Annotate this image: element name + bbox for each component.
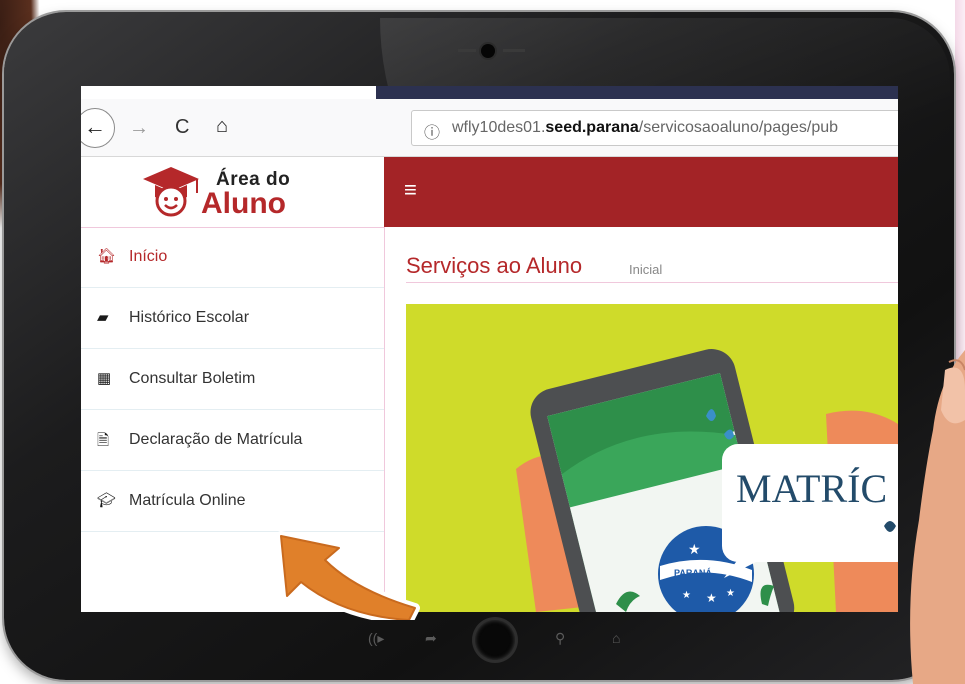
document-icon: 🗎	[97, 432, 110, 449]
tablet-home-button[interactable]	[475, 620, 515, 660]
back-button[interactable]: ←	[81, 108, 115, 148]
forward-button[interactable]: →	[129, 117, 149, 140]
hamburger-menu-icon[interactable]: ≡	[404, 177, 417, 203]
svg-text:★: ★	[706, 591, 717, 605]
browser-tab-strip	[376, 86, 898, 99]
reload-button[interactable]: C	[175, 116, 189, 139]
house-icon: ⌂	[612, 630, 621, 646]
sidebar-item-consultar-boletim[interactable]: ▦ Consultar Boletim	[81, 350, 384, 410]
sidebar-item-inicio[interactable]: 🏠︎ Início	[81, 228, 384, 288]
sensor-right	[503, 49, 525, 52]
browser-toolbar: ← → C ⌂ ⓘ wfly10des01.seed.parana/servic…	[81, 99, 898, 157]
title-divider	[406, 282, 898, 283]
top-navbar: ≡	[384, 157, 898, 227]
cast-icon: ((▸	[368, 630, 385, 646]
page-title: Serviços ao Aluno	[406, 253, 583, 278]
orange-arrow-pointer	[276, 531, 420, 620]
banner-state-label: PARANÁ	[674, 568, 712, 578]
logo[interactable]: Área do Aluno	[81, 157, 384, 228]
sidebar-item-label: Início	[129, 248, 168, 265]
camera-icon	[481, 44, 495, 58]
enrollment-banner[interactable]: PARANÁ ★ ★ ★ ★ MATRÍC	[406, 304, 898, 612]
svg-text:★: ★	[726, 588, 735, 599]
search-icon: ⚲	[555, 630, 566, 646]
url-domain: seed.parana	[545, 119, 639, 136]
url-path: /servicosaoaluno/pages/pub	[638, 119, 839, 136]
tablet-screen: ← → C ⌂ ⓘ wfly10des01.seed.parana/servic…	[81, 86, 898, 612]
hand-image	[910, 350, 965, 684]
banner-headline: MATRÍC	[736, 466, 887, 511]
svg-text:★: ★	[688, 541, 701, 557]
home-button[interactable]: ⌂	[216, 115, 228, 138]
student-cap-icon	[143, 167, 199, 217]
page-subtitle: Inicial	[629, 262, 663, 277]
url-prefix: wfly10des01.	[452, 119, 546, 136]
home-icon: 🏠︎	[97, 248, 117, 265]
sidebar-item-label: Matrícula Online	[129, 492, 246, 509]
address-bar[interactable]: ⓘ wfly10des01.seed.parana/servicosaoalun…	[411, 110, 898, 146]
url-text: wfly10des01.seed.parana/servicosaoaluno/…	[452, 119, 838, 137]
share-icon: ➦	[425, 630, 437, 646]
banner-illustration: PARANÁ ★ ★ ★ ★ MATRÍC	[406, 304, 898, 612]
grid-icon: ▦	[97, 370, 112, 387]
svg-text:★: ★	[682, 590, 691, 601]
sidebar-item-label: Declaração de Matrícula	[129, 431, 303, 448]
logo-text-bottom: Aluno	[201, 187, 286, 220]
sidebar-item-historico-escolar[interactable]: ▰ Histórico Escolar	[81, 289, 384, 349]
sensor-left	[458, 49, 476, 52]
folder-open-icon: ▰	[97, 309, 109, 326]
sidebar-item-declaracao-matricula[interactable]: 🗎 Declaração de Matrícula	[81, 411, 384, 471]
info-icon[interactable]: ⓘ	[424, 119, 440, 143]
graduation-cap-icon: 🎓︎	[97, 492, 117, 509]
sidebar-item-label: Histórico Escolar	[129, 309, 250, 326]
sidebar-item-label: Consultar Boletim	[129, 370, 256, 387]
